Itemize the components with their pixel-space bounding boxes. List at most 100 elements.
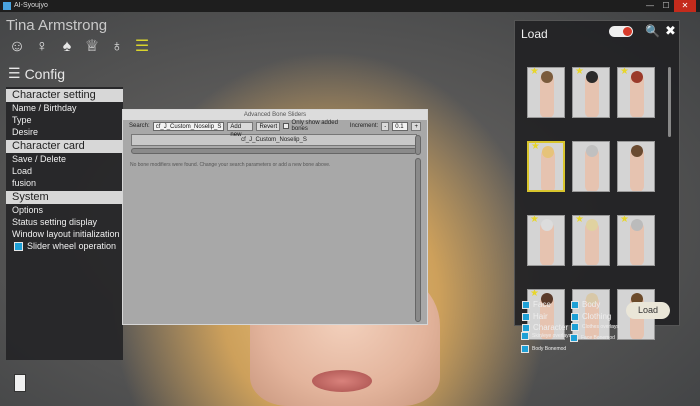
modifier-scrollbar[interactable]	[415, 158, 421, 322]
character-head	[586, 219, 598, 231]
menu-options[interactable]: Options	[6, 204, 123, 216]
load-title: Load	[521, 27, 548, 41]
menu-status-setting-display[interactable]: Status setting display	[6, 216, 123, 228]
window-controls: — ☐ ✕	[642, 0, 696, 12]
sort-toggle[interactable]	[609, 26, 633, 37]
section-system: System	[6, 191, 123, 204]
close-icon[interactable]: ✕	[674, 0, 696, 12]
character-card-thumbnail[interactable]	[617, 141, 655, 192]
menu-desire[interactable]: Desire	[6, 126, 123, 138]
close-icon[interactable]: ✖	[665, 23, 676, 39]
card-grid-scrollbar[interactable]	[668, 67, 671, 137]
filter-character[interactable]: Character	[522, 323, 568, 332]
list-icon[interactable]: ☰	[133, 38, 151, 56]
menu-window-layout-init[interactable]: Window layout initialization	[6, 228, 123, 240]
search-icon[interactable]: 🔍	[645, 24, 660, 38]
star-icon: ★	[530, 289, 539, 299]
checkbox-checked[interactable]	[522, 300, 530, 309]
character-lips-render	[312, 370, 372, 392]
checkbox-checked[interactable]	[522, 312, 530, 321]
menu-type[interactable]: Type	[6, 114, 123, 126]
bone-entry[interactable]: cf_J_Custom_Noselip_S	[131, 134, 417, 146]
star-icon: ★	[531, 141, 540, 152]
no-modifiers-message: No bone modifiers were found. Change you…	[130, 162, 331, 168]
increment-input[interactable]: 0.1	[392, 121, 409, 131]
checkbox-checked[interactable]	[521, 345, 529, 353]
increment-plus-button[interactable]: +	[411, 121, 421, 131]
category-icon-bar: ☺ ♀ ♠ ♕ ♁ ☰	[8, 38, 151, 56]
filter-label: Skin/eye overlays	[532, 333, 572, 339]
window-titlebar[interactable]: AI-Syoujyo — ☐ ✕	[0, 0, 700, 12]
slider-wheel-toggle[interactable]: Slider wheel operation	[6, 240, 123, 252]
filter-label: Body	[582, 300, 601, 309]
revert-button[interactable]: Revert	[256, 121, 281, 131]
config-list-icon: ☰	[8, 65, 21, 81]
star-icon: ★	[530, 215, 539, 225]
filter-body-bonemod[interactable]: Body Bonemod	[521, 345, 566, 353]
load-panel: Load 🔍 ✖ ★ ★ ★ ★ ★ ★ ★ ★ Face Body Hair Clothin…	[514, 20, 680, 340]
checkbox-checked[interactable]	[571, 312, 579, 321]
star-icon: ★	[575, 215, 584, 225]
minimize-icon[interactable]: —	[642, 0, 658, 12]
config-heading: ☰ Config	[8, 65, 65, 82]
checkbox-checked[interactable]	[521, 332, 529, 340]
increment-minus-button[interactable]: -	[381, 121, 390, 131]
filter-clothing[interactable]: Clothing	[571, 312, 611, 321]
filter-clothes-overlays[interactable]: Clothes overlays	[571, 323, 619, 331]
filter-body[interactable]: Body	[571, 300, 600, 309]
exit-door-icon[interactable]	[14, 374, 26, 392]
character-card-thumbnail[interactable]: ★	[572, 215, 610, 266]
load-button[interactable]: Load	[626, 302, 670, 319]
menu-save-delete[interactable]: Save / Delete	[6, 153, 123, 165]
add-new-button[interactable]: Add new	[227, 121, 254, 138]
filter-label: Hair	[533, 312, 548, 321]
character-card-thumbnail[interactable]: ★	[572, 67, 610, 118]
only-show-added-label: Only show added bones	[291, 120, 338, 132]
menu-load[interactable]: Load	[6, 165, 123, 177]
character-head	[586, 71, 598, 83]
search-input[interactable]: cf_J_Custom_Noselip_S	[152, 121, 225, 131]
star-icon: ★	[620, 67, 629, 77]
character-card-thumbnail[interactable]	[572, 141, 610, 192]
menu-name-birthday[interactable]: Name / Birthday	[6, 102, 123, 114]
character-card-thumbnail[interactable]: ★	[527, 215, 565, 266]
menu-fusion[interactable]: fusion	[6, 177, 123, 189]
checkbox-checked[interactable]	[14, 241, 23, 251]
horizontal-scrollbar[interactable]	[131, 148, 417, 154]
character-card-thumbnail[interactable]: ★	[617, 67, 655, 118]
section-character-card: Character card	[6, 140, 123, 153]
filter-face-bonemod[interactable]: Face Bonemod	[570, 334, 615, 342]
star-icon: ★	[620, 215, 629, 225]
character-card-thumbnail[interactable]: ★	[527, 141, 565, 192]
dialog-toolbar: Search: cf_J_Custom_Noselip_S Add new Re…	[123, 120, 427, 138]
maximize-icon[interactable]: ☐	[658, 0, 674, 12]
character-head	[541, 71, 553, 83]
filter-label: Clothing	[582, 312, 612, 321]
character-card-thumbnail[interactable]: ★	[527, 67, 565, 118]
smiley-icon[interactable]: ☺	[8, 38, 26, 56]
filter-hair[interactable]: Hair	[522, 312, 548, 321]
character-card-thumbnail[interactable]: ★	[617, 215, 655, 266]
character-head	[541, 219, 553, 231]
clothing-icon[interactable]: ♕	[83, 38, 101, 56]
increment-label: Increment:	[349, 123, 379, 129]
search-label: Search:	[129, 123, 150, 129]
checkbox-checked[interactable]	[571, 300, 579, 309]
filter-skin-eye-overlays[interactable]: Skin/eye overlays	[521, 332, 571, 340]
accessory-icon[interactable]: ♁	[108, 38, 126, 56]
config-menu-panel: Character setting Name / Birthday Type D…	[6, 87, 123, 360]
hair-icon[interactable]: ♠	[58, 38, 76, 56]
body-icon[interactable]: ♀	[33, 38, 51, 56]
star-icon: ★	[530, 67, 539, 77]
checkbox-checked[interactable]	[571, 323, 579, 331]
filter-label: Body Bonemod	[532, 346, 567, 352]
section-character-setting: Character setting	[6, 89, 123, 102]
character-head	[542, 146, 554, 158]
checkbox-checked[interactable]	[522, 323, 530, 332]
only-show-added-checkbox[interactable]	[283, 123, 289, 129]
checkbox-checked[interactable]	[570, 334, 578, 342]
bone-list-scrollbar[interactable]	[415, 135, 421, 155]
filter-face[interactable]: Face	[522, 300, 551, 309]
filter-label: Clothes overlays	[582, 324, 619, 330]
filter-label: Face Bonemod	[581, 335, 615, 341]
